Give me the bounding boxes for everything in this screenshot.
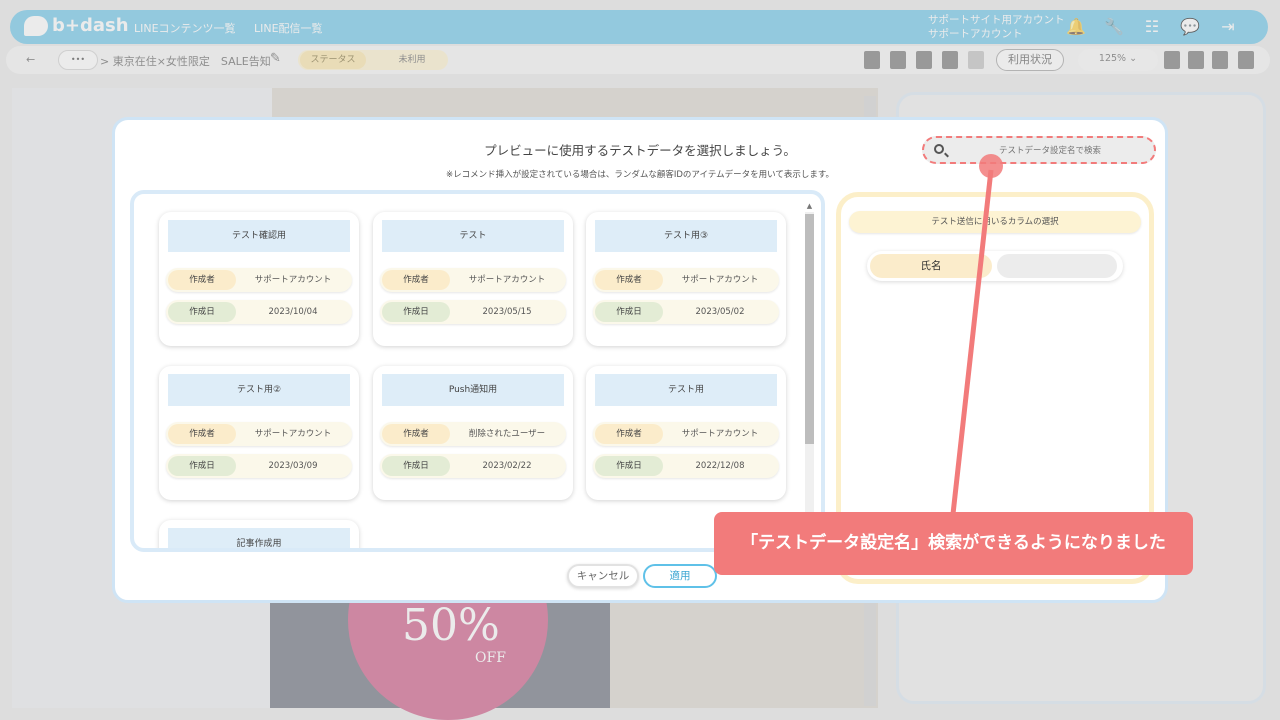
callout-line: [950, 169, 994, 515]
callout-note: 「テストデータ設定名」検索ができるようになりました: [714, 512, 1193, 575]
callout-pointer: [950, 154, 1003, 515]
